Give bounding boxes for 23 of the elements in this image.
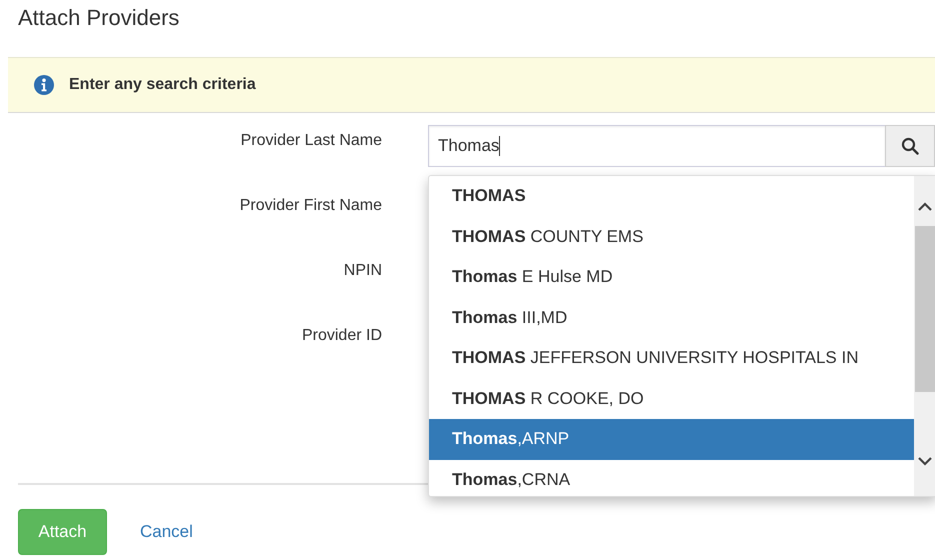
suggestion-item[interactable]: THOMAS R COOKE, DO [429,378,914,419]
search-field[interactable]: Thomas [428,125,885,167]
search-icon [901,137,919,155]
scrollbar-thumb[interactable] [915,226,935,392]
cancel-link[interactable]: Cancel [140,522,193,542]
scroll-up-icon[interactable] [917,202,933,212]
scrollbar[interactable] [914,176,935,496]
search-button[interactable] [885,125,935,167]
dialog-title: Attach Providers [17,4,180,32]
scroll-down-icon[interactable] [917,456,933,466]
field-label: Provider ID [300,326,382,345]
suggestion-item[interactable]: THOMAS COUNTY EMS [429,216,914,257]
suggestion-item[interactable]: Thomas E Hulse MD [429,257,914,298]
suggestion-item[interactable]: Thomas,ARNP [429,419,914,460]
suggestion-item[interactable]: Thomas III,MD [429,298,914,338]
suggestion-item[interactable]: THOMAS JEFFERSON UNIVERSITY HOSPITALS IN [429,338,914,378]
alert-message: Enter any search criteria [69,76,256,94]
suggestion-item[interactable]: THOMAS [429,176,914,216]
field-label: Provider Last Name [240,131,382,150]
field-label: Provider First Name [238,196,382,215]
info-icon [34,75,54,95]
field-label: NPIN [342,261,382,280]
suggestion-item[interactable]: Thomas,CRNA [429,460,914,496]
